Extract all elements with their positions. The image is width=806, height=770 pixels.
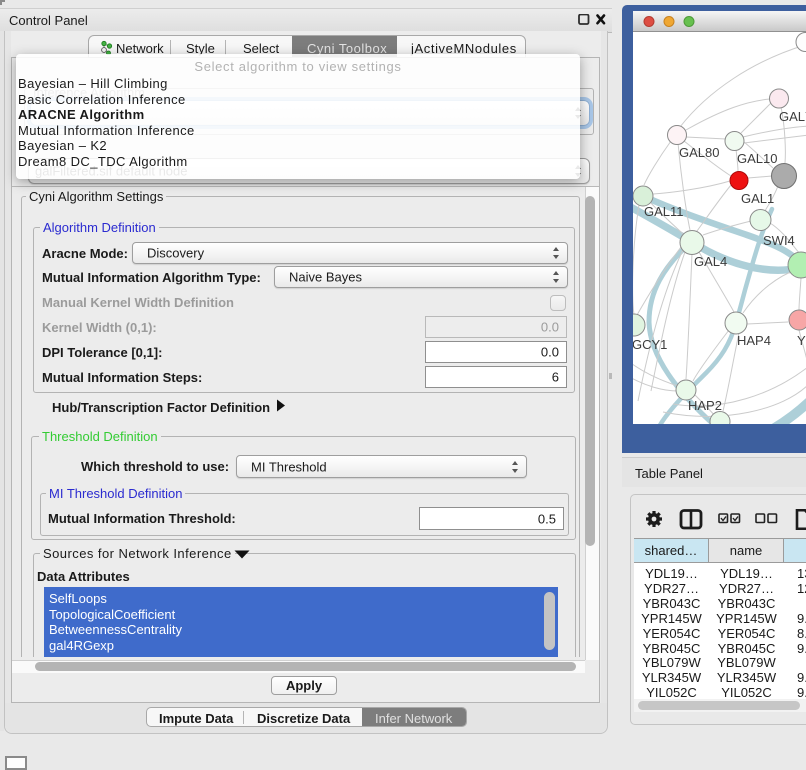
svg-text:GAL7: GAL7 bbox=[779, 109, 806, 124]
svg-text:HAP2: HAP2 bbox=[688, 398, 722, 413]
svg-text:GAL80: GAL80 bbox=[679, 145, 719, 160]
svg-text:Y: Y bbox=[797, 333, 806, 348]
svg-text:GAL1: GAL1 bbox=[741, 191, 774, 206]
svg-text:GAL10: GAL10 bbox=[737, 151, 777, 166]
svg-text:GAL4: GAL4 bbox=[694, 254, 727, 269]
svg-text:HAP4: HAP4 bbox=[737, 333, 771, 348]
svg-text:SWI4: SWI4 bbox=[763, 233, 795, 248]
svg-text:GCY1: GCY1 bbox=[633, 337, 667, 352]
svg-text:GAL11: GAL11 bbox=[644, 204, 684, 219]
